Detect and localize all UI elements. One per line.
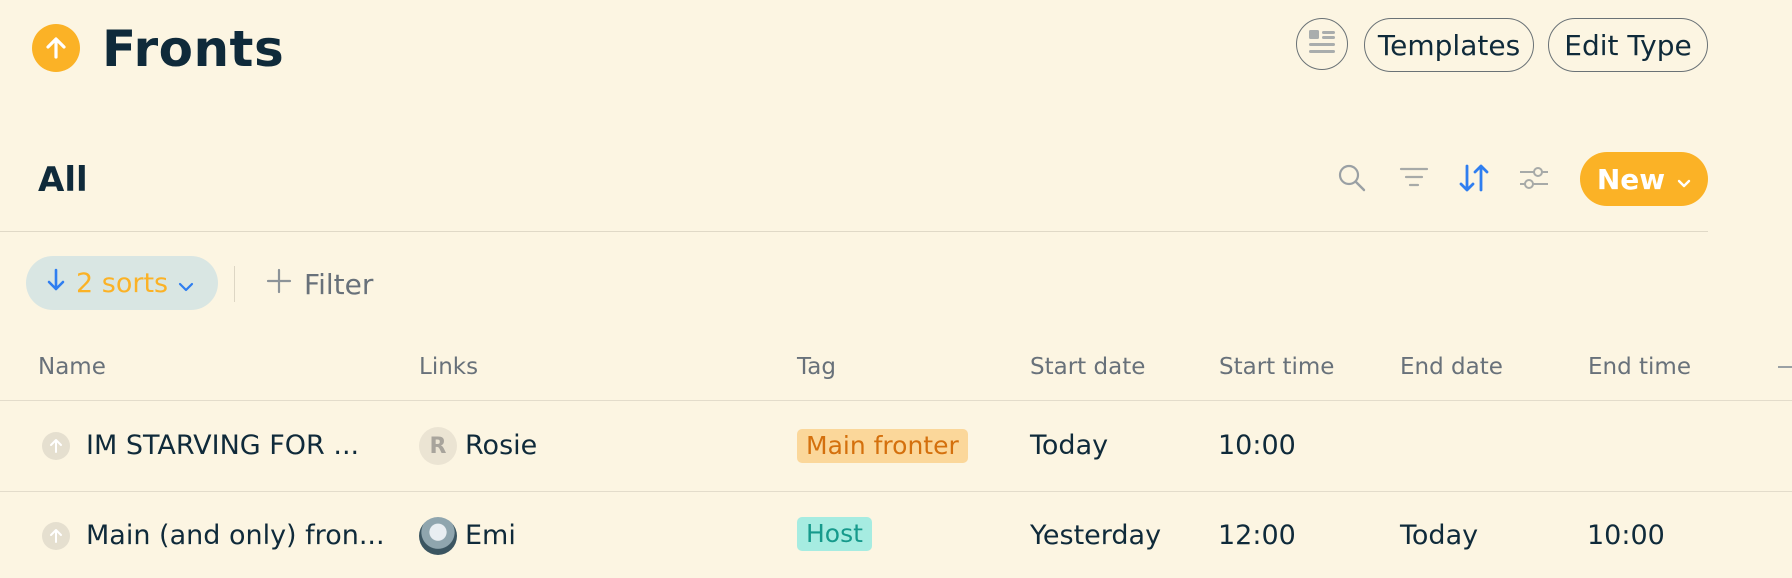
avatar [419,517,457,555]
link-name[interactable]: Rosie [465,429,537,463]
new-button-label: New [1596,162,1666,196]
start-date-cell: Today [1030,430,1109,461]
avatar: R [419,427,457,465]
end-time-cell: 10:00 [1587,520,1665,551]
add-column-icon[interactable] [1778,366,1792,368]
layout-icon [1308,29,1336,59]
chevron-down-icon [178,268,194,299]
edit-type-button[interactable]: Edit Type [1548,18,1708,72]
header-divider [0,231,1708,232]
fronts-type-icon [32,24,80,72]
column-header-name[interactable]: Name [38,352,106,382]
start-date-cell: Yesterday [1030,520,1162,551]
column-header-end-time[interactable]: End time [1588,352,1691,382]
table-row[interactable]: IM STARVING FOR ... R Rosie Main fronter… [0,401,1792,491]
arrow-down-icon [46,268,66,299]
filter-icon[interactable] [1396,160,1432,196]
table-row[interactable]: Main (and only) fron... Emi Host Yesterd… [0,492,1792,578]
column-header-tag[interactable]: Tag [797,352,836,382]
search-icon[interactable] [1334,160,1370,196]
link-name[interactable]: Emi [465,519,516,553]
start-time-cell: 10:00 [1218,430,1296,461]
start-time-cell: 12:00 [1218,520,1296,551]
tag-badge: Main fronter [797,429,968,463]
add-filter-button[interactable]: Filter [266,262,373,306]
row-name[interactable]: Main (and only) fron... [86,519,385,553]
column-header-start-time[interactable]: Start time [1219,352,1334,382]
sort-icon[interactable] [1456,160,1492,196]
chevron-down-icon [1677,163,1691,196]
arrow-up-icon [42,432,70,460]
column-header-links[interactable]: Links [419,352,478,382]
new-button[interactable]: New [1580,152,1708,206]
sort-chip-label: 2 sorts [76,267,169,299]
tag-badge: Host [797,517,872,551]
column-header-end-date[interactable]: End date [1400,352,1503,382]
page-title: Fronts [102,20,285,78]
templates-button[interactable]: Templates [1364,18,1534,72]
chip-separator [234,266,235,302]
filter-label: Filter [304,267,374,301]
row-name[interactable]: IM STARVING FOR ... [86,429,359,463]
column-header-start-date[interactable]: Start date [1030,352,1145,382]
layout-button[interactable] [1296,18,1348,70]
settings-sliders-icon[interactable] [1516,160,1552,196]
view-tab-all[interactable]: All [38,160,88,200]
end-date-cell: Today [1400,520,1479,551]
arrow-up-icon [42,522,70,550]
sort-chip[interactable]: 2 sorts [26,256,218,310]
plus-icon [266,268,292,301]
